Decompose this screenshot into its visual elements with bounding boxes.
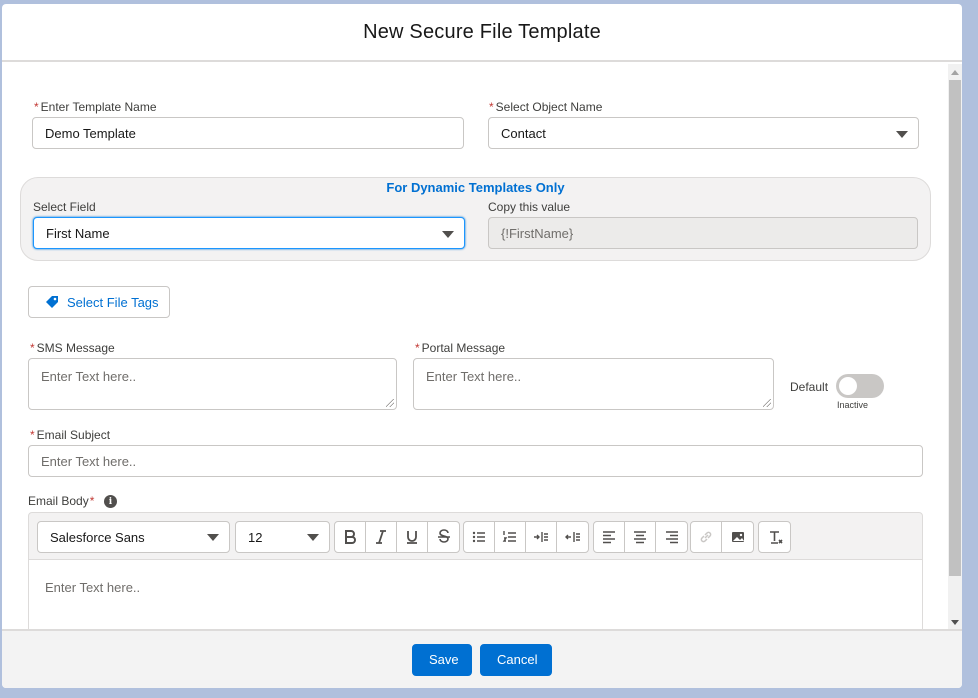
rich-text-toolbar: Salesforce Sans 12 bbox=[28, 512, 923, 560]
align-center-button[interactable] bbox=[625, 522, 656, 552]
select-field-value: First Name bbox=[46, 225, 110, 241]
select-field-select[interactable]: First Name bbox=[33, 217, 465, 249]
select-file-tags-button[interactable]: Select File Tags bbox=[28, 286, 170, 318]
clear-formatting-button[interactable] bbox=[759, 522, 790, 552]
font-size-value: 12 bbox=[248, 529, 263, 545]
toggle-state-text: Inactive bbox=[837, 400, 869, 410]
outdent-icon bbox=[564, 532, 580, 542]
new-template-modal: New Secure File Template * Enter Template… bbox=[2, 4, 962, 688]
sms-message-label: * SMS Message bbox=[30, 341, 115, 355]
indent-button[interactable] bbox=[526, 522, 557, 552]
object-name-label: * Select Object Name bbox=[489, 100, 603, 114]
resize-grip-icon[interactable] bbox=[386, 399, 394, 407]
portal-message-placeholder: Enter Text here.. bbox=[426, 369, 522, 384]
copy-value-field[interactable]: {!FirstName} bbox=[488, 217, 918, 249]
dynamic-templates-panel: For Dynamic Templates Only Select Field … bbox=[20, 177, 931, 261]
chevron-down-icon bbox=[442, 231, 454, 238]
list-indent-group bbox=[463, 521, 589, 553]
italic-button[interactable] bbox=[366, 522, 397, 552]
template-name-value: Demo Template bbox=[45, 125, 136, 141]
email-subject-placeholder: Enter Text here.. bbox=[41, 453, 137, 469]
copy-value-label: Copy this value bbox=[488, 200, 571, 214]
numbered-list-icon bbox=[502, 531, 516, 542]
modal-header: New Secure File Template bbox=[2, 4, 962, 62]
chevron-down-icon bbox=[307, 534, 319, 541]
clear-formatting-icon bbox=[769, 531, 783, 544]
tag-icon bbox=[46, 296, 58, 308]
link-button[interactable] bbox=[691, 522, 722, 552]
save-button[interactable]: Save bbox=[412, 643, 472, 676]
modal-body: * Enter Template Name Demo Template * Sele… bbox=[2, 64, 962, 629]
object-name-value: Contact bbox=[501, 125, 546, 141]
object-name-select[interactable]: Contact bbox=[488, 117, 919, 149]
link-icon bbox=[700, 531, 712, 543]
email-body-label: Email Body* bbox=[28, 494, 95, 508]
email-subject-label-text: Email Subject bbox=[36, 428, 111, 442]
portal-message-label-text: Portal Message bbox=[421, 341, 506, 355]
bulleted-list-button[interactable] bbox=[464, 522, 495, 552]
dynamic-templates-title: For Dynamic Templates Only bbox=[386, 180, 565, 195]
align-right-button[interactable] bbox=[656, 522, 687, 552]
template-name-input[interactable]: Demo Template bbox=[32, 117, 464, 149]
bold-button[interactable] bbox=[335, 522, 366, 552]
info-icon[interactable]: i bbox=[104, 495, 117, 508]
align-right-icon bbox=[665, 531, 678, 544]
default-toggle[interactable] bbox=[836, 374, 884, 398]
sms-message-placeholder: Enter Text here.. bbox=[41, 369, 137, 384]
image-icon bbox=[731, 532, 744, 542]
scroll-thumb[interactable] bbox=[949, 80, 961, 576]
template-name-label-text: Enter Template Name bbox=[40, 100, 157, 114]
align-center-icon bbox=[634, 531, 646, 544]
portal-message-textarea[interactable]: Enter Text here.. bbox=[413, 358, 774, 410]
clear-format-group bbox=[758, 521, 791, 553]
email-subject-input[interactable]: Enter Text here.. bbox=[28, 445, 923, 477]
sms-message-label-text: SMS Message bbox=[36, 341, 115, 355]
email-body-editor[interactable]: Enter Text here.. bbox=[28, 560, 923, 629]
italic-icon bbox=[376, 530, 386, 544]
bold-icon bbox=[345, 530, 356, 544]
alignment-group bbox=[593, 521, 688, 553]
email-body-placeholder: Enter Text here.. bbox=[45, 580, 141, 595]
template-name-label: * Enter Template Name bbox=[34, 100, 157, 114]
portal-message-label: * Portal Message bbox=[415, 341, 506, 355]
align-left-icon bbox=[603, 531, 615, 544]
underline-icon bbox=[407, 531, 417, 544]
modal-title: New Secure File Template bbox=[363, 20, 601, 43]
strikethrough-button[interactable] bbox=[428, 522, 459, 552]
strikethrough-icon bbox=[437, 529, 450, 543]
email-body-label-text: Email Body bbox=[28, 494, 89, 508]
object-name-label-text: Select Object Name bbox=[495, 100, 603, 114]
chevron-down-icon bbox=[207, 534, 219, 541]
text-style-group bbox=[334, 521, 460, 553]
default-toggle-label: Default bbox=[790, 380, 829, 394]
image-button[interactable] bbox=[722, 522, 753, 552]
chevron-down-icon bbox=[896, 131, 908, 138]
select-file-tags-label: Select File Tags bbox=[67, 294, 159, 310]
scroll-up-icon[interactable] bbox=[951, 70, 959, 75]
sms-message-textarea[interactable]: Enter Text here.. bbox=[28, 358, 397, 410]
scroll-down-icon[interactable] bbox=[951, 620, 959, 625]
numbered-list-button[interactable] bbox=[495, 522, 526, 552]
modal-footer: Save Cancel bbox=[2, 629, 962, 688]
outdent-button[interactable] bbox=[557, 522, 588, 552]
insert-group bbox=[690, 521, 754, 553]
resize-grip-icon[interactable] bbox=[763, 399, 771, 407]
indent-icon bbox=[534, 532, 548, 542]
toggle-knob bbox=[839, 377, 857, 395]
email-subject-label: * Email Subject bbox=[30, 428, 111, 442]
font-size-select[interactable]: 12 bbox=[235, 521, 330, 553]
align-left-button[interactable] bbox=[594, 522, 625, 552]
font-family-select[interactable]: Salesforce Sans bbox=[37, 521, 230, 553]
copy-value-text: {!FirstName} bbox=[501, 225, 574, 241]
select-field-label: Select Field bbox=[33, 200, 96, 214]
underline-button[interactable] bbox=[397, 522, 428, 552]
bulleted-list-icon bbox=[472, 531, 485, 543]
font-family-value: Salesforce Sans bbox=[50, 529, 145, 545]
cancel-button[interactable]: Cancel bbox=[480, 643, 552, 676]
vertical-scrollbar[interactable] bbox=[948, 64, 962, 629]
